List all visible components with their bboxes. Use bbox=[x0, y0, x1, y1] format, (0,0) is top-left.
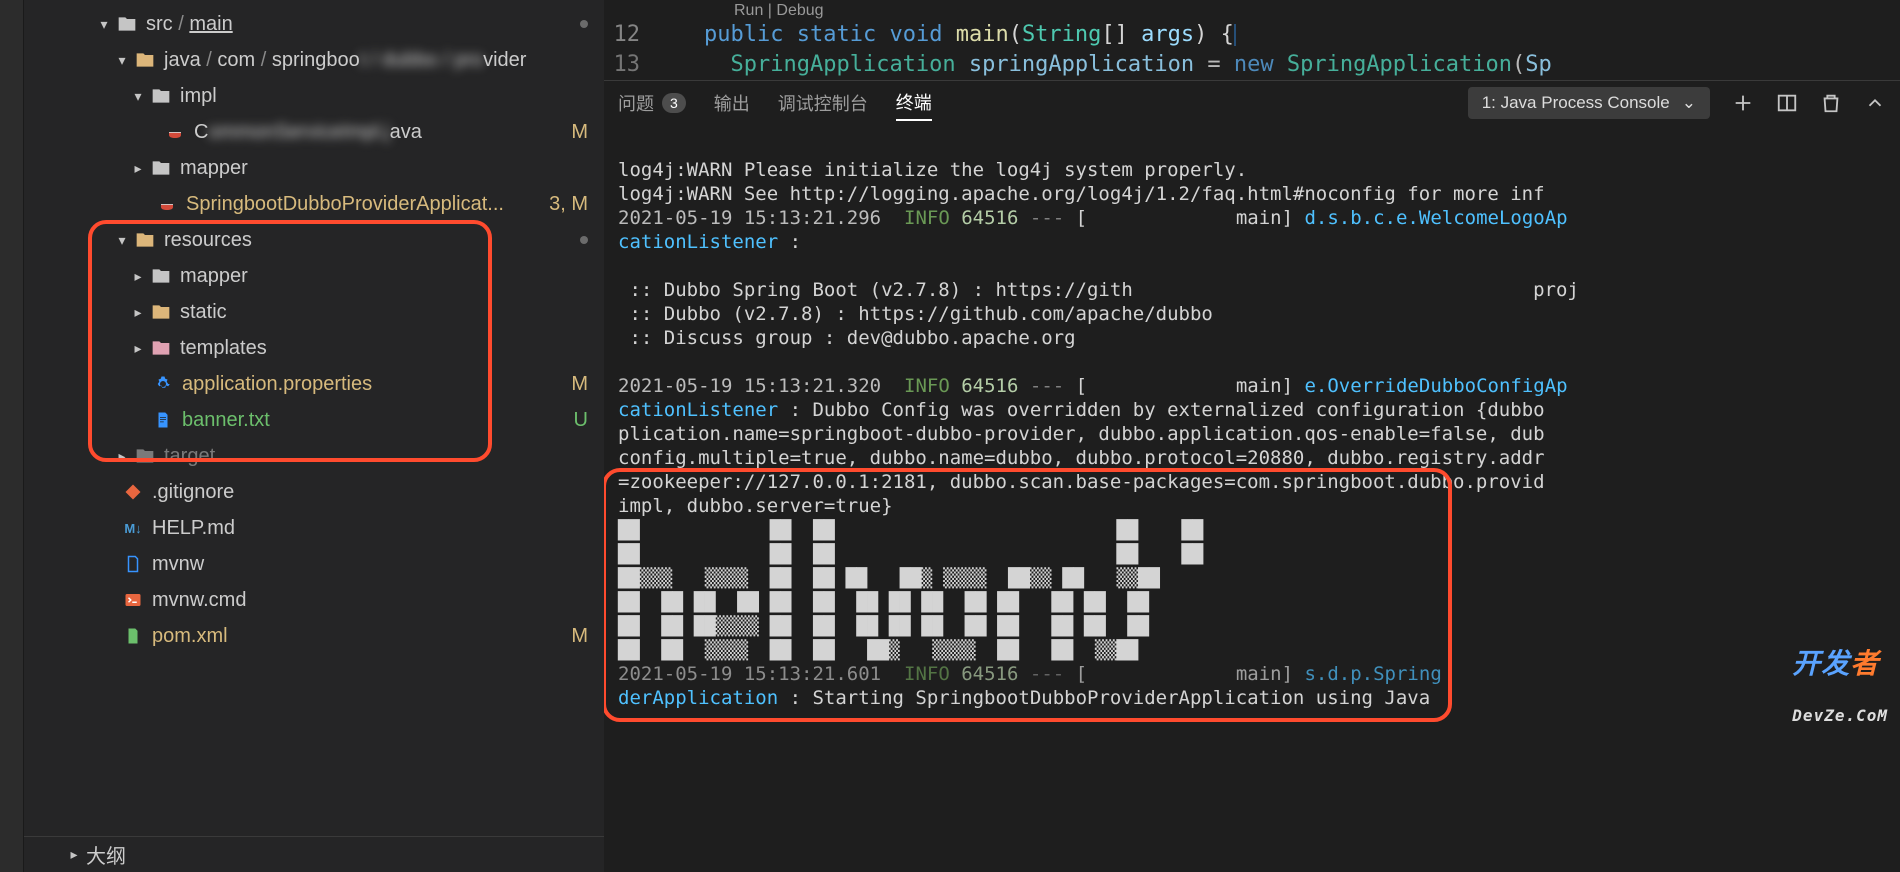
chevron-down-icon: ▾ bbox=[112, 230, 132, 250]
terminal-output[interactable]: log4j:WARN Please initialize the log4j s… bbox=[604, 124, 1900, 872]
editor-pane: Run | Debug 12 public static void main(S… bbox=[604, 0, 1900, 872]
outline-label: 大纲 bbox=[86, 840, 126, 869]
trash-icon[interactable] bbox=[1820, 92, 1842, 114]
chevron-down-icon: ▾ bbox=[112, 50, 132, 70]
folder-icon bbox=[134, 49, 156, 71]
status-m: M bbox=[571, 373, 588, 396]
chevron-right-icon: ▸ bbox=[128, 266, 148, 286]
tab-problems[interactable]: 问题 3 bbox=[618, 90, 686, 116]
file-label: mvnw bbox=[152, 553, 204, 576]
folder-java-path[interactable]: ▾ java / com / springboot / dubbo / prov… bbox=[24, 42, 604, 78]
line-number: 12 bbox=[604, 20, 668, 50]
chevron-right-icon: ▸ bbox=[128, 158, 148, 178]
watermark: 开发者 DevZe.CoM bbox=[1649, 628, 1888, 752]
problems-badge: 3 bbox=[662, 93, 686, 113]
file-label: banner.txt bbox=[182, 409, 270, 432]
chevron-right-icon: ▸ bbox=[112, 446, 132, 466]
folder-mapper-1[interactable]: ▸ mapper bbox=[24, 150, 604, 186]
file-icon bbox=[152, 409, 174, 431]
status-m: M bbox=[571, 121, 588, 144]
folder-impl[interactable]: ▾ impl bbox=[24, 78, 604, 114]
panel-tabs: 问题 3 输出 调试控制台 终端 1: Java Process Console… bbox=[604, 80, 1900, 124]
gear-icon bbox=[152, 373, 174, 395]
file-pom-xml[interactable]: pom.xml M bbox=[24, 618, 604, 654]
folder-label: impl bbox=[180, 85, 217, 108]
modified-dot-icon bbox=[580, 236, 588, 244]
outline-section[interactable]: ▸ 大纲 bbox=[24, 836, 604, 872]
file-gitignore[interactable]: .gitignore bbox=[24, 474, 604, 510]
folder-src-main[interactable]: ▾ src / main bbox=[24, 6, 604, 42]
new-terminal-icon[interactable] bbox=[1732, 92, 1754, 114]
chevron-right-icon: ▸ bbox=[128, 338, 148, 358]
folder-static[interactable]: ▸ static bbox=[24, 294, 604, 330]
file-application-properties[interactable]: application.properties M bbox=[24, 366, 604, 402]
file-label: .gitignore bbox=[152, 481, 234, 504]
folder-resources[interactable]: ▾ resources bbox=[24, 222, 604, 258]
folder-target[interactable]: ▸ target bbox=[24, 438, 604, 474]
folder-mapper-2[interactable]: ▸ mapper bbox=[24, 258, 604, 294]
folder-icon bbox=[150, 337, 172, 359]
tab-terminal[interactable]: 终端 bbox=[896, 89, 932, 121]
breadcrumb-src: src bbox=[146, 13, 173, 35]
folder-icon bbox=[116, 13, 138, 35]
file-label: SpringbootDubboProviderApplicat... bbox=[186, 193, 504, 216]
folder-icon bbox=[150, 301, 172, 323]
status-u: U bbox=[574, 409, 588, 432]
chevron-down-icon: ⌄ bbox=[1682, 93, 1696, 113]
activity-bar[interactable] bbox=[0, 0, 24, 872]
xml-icon bbox=[122, 625, 144, 647]
folder-label: mapper bbox=[180, 157, 248, 180]
shell-icon bbox=[122, 589, 144, 611]
split-terminal-icon[interactable] bbox=[1776, 92, 1798, 114]
chevron-right-icon: ▸ bbox=[64, 845, 84, 865]
folder-icon bbox=[150, 265, 172, 287]
modified-dot-icon bbox=[580, 20, 588, 28]
chevron-down-icon: ▾ bbox=[128, 86, 148, 106]
tab-debug-console[interactable]: 调试控制台 bbox=[778, 90, 868, 116]
breadcrumb-main: main bbox=[189, 13, 232, 35]
folder-icon bbox=[134, 445, 156, 467]
file-label: mvnw.cmd bbox=[152, 589, 246, 612]
tab-output[interactable]: 输出 bbox=[714, 90, 750, 116]
folder-label: static bbox=[180, 301, 227, 324]
file-banner-txt[interactable]: banner.txt U bbox=[24, 402, 604, 438]
java-file-icon bbox=[164, 121, 186, 143]
chevron-up-icon[interactable] bbox=[1864, 92, 1886, 114]
file-mvnw[interactable]: mvnw bbox=[24, 546, 604, 582]
editor-area[interactable]: Run | Debug 12 public static void main(S… bbox=[604, 0, 1900, 80]
folder-label: resources bbox=[164, 229, 252, 252]
folder-templates[interactable]: ▸ templates bbox=[24, 330, 604, 366]
folder-label: target bbox=[164, 445, 215, 468]
folder-icon bbox=[150, 85, 172, 107]
file-c-java[interactable]: CommonServiceImpl.java M bbox=[24, 114, 604, 150]
terminal-selector-dropdown[interactable]: 1: Java Process Console ⌄ bbox=[1468, 87, 1710, 119]
folder-label: mapper bbox=[180, 265, 248, 288]
java-file-icon bbox=[156, 193, 178, 215]
file-explorer-sidebar: ▾ src / main ▾ java / com / springboot /… bbox=[24, 0, 604, 872]
status-m: M bbox=[571, 625, 588, 648]
folder-label: templates bbox=[180, 337, 267, 360]
file-label: pom.xml bbox=[152, 625, 228, 648]
codelens-run-debug[interactable]: Run | Debug bbox=[604, 2, 1900, 20]
status-3m: 3, M bbox=[549, 193, 588, 216]
git-icon bbox=[122, 481, 144, 503]
folder-icon bbox=[134, 229, 156, 251]
file-label: application.properties bbox=[182, 373, 372, 396]
file-tree: ▾ src / main ▾ java / com / springboot /… bbox=[24, 0, 604, 836]
markdown-icon: M↓ bbox=[122, 517, 144, 539]
chevron-down-icon: ▾ bbox=[94, 14, 114, 34]
file-icon bbox=[122, 553, 144, 575]
file-mvnw-cmd[interactable]: mvnw.cmd bbox=[24, 582, 604, 618]
chevron-right-icon: ▸ bbox=[128, 302, 148, 322]
file-label: HELP.md bbox=[152, 517, 235, 540]
line-number: 13 bbox=[604, 50, 668, 80]
file-springboot-app[interactable]: SpringbootDubboProviderApplicat... 3, M bbox=[24, 186, 604, 222]
folder-icon bbox=[150, 157, 172, 179]
file-help-md[interactable]: M↓ HELP.md bbox=[24, 510, 604, 546]
